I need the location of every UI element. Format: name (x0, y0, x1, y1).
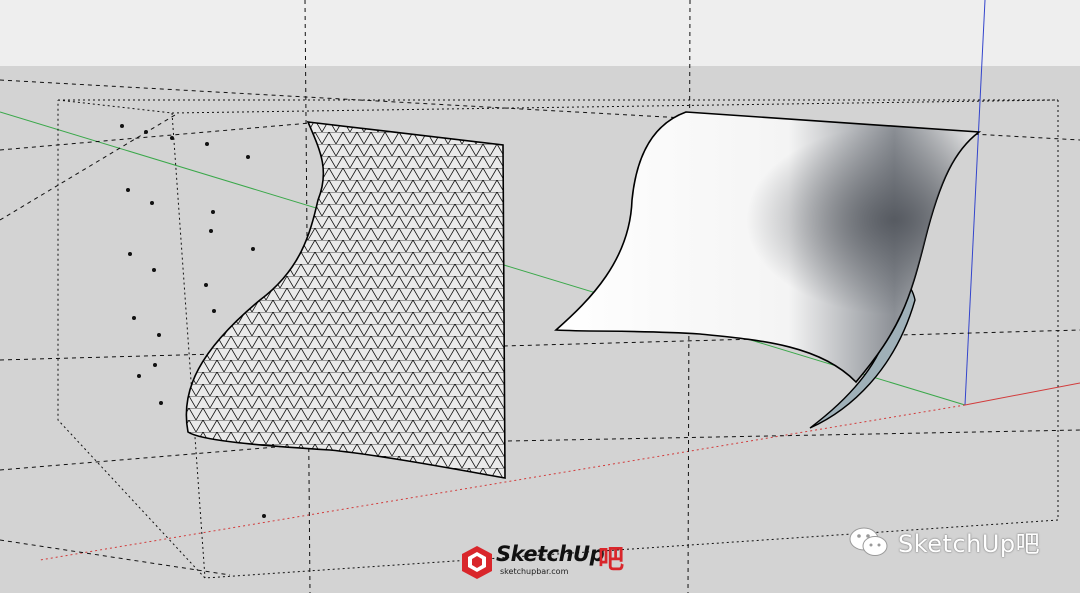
watermark-label: SketchUp吧 (898, 530, 1041, 558)
logo-wordmark: SketchUp (496, 542, 605, 566)
logo-suffix: 吧 (598, 545, 625, 575)
sky (0, 0, 1080, 66)
wechat-watermark: SketchUp吧 (848, 524, 1040, 559)
sketchupbar-logo: SketchUp 吧 sketchupbar.com (460, 542, 625, 582)
sketchup-box-icon (462, 546, 492, 579)
wechat-icon (849, 527, 888, 556)
sketchup-viewport[interactable] (0, 0, 1080, 593)
logo-url: sketchupbar.com (500, 567, 569, 576)
